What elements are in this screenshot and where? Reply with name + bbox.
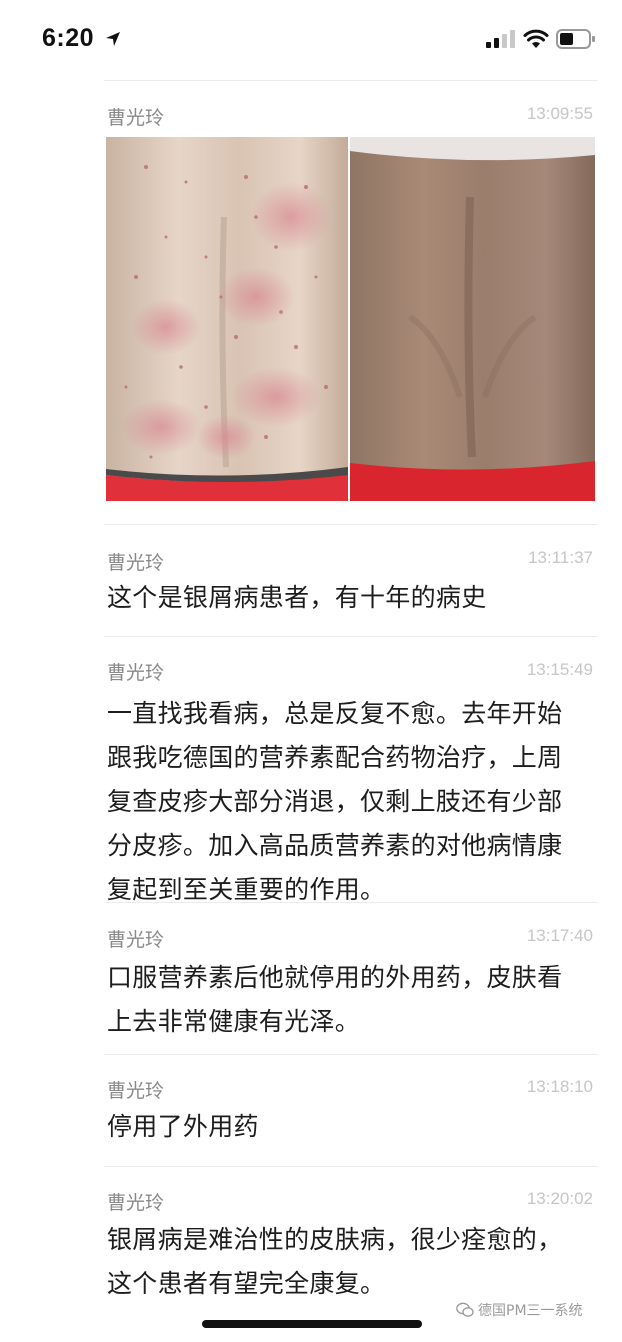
message-time: 13:18:10 xyxy=(526,1077,593,1096)
battery-icon xyxy=(556,29,595,49)
message-text: 口服营养素后他就停用的外用药，皮肤看 上去非常健康有光泽。 xyxy=(107,963,563,1036)
message-text: 一直找我看病，总是反复不愈。去年开始 跟我吃德国的营养素配合药物治疗，上周 复查… xyxy=(107,699,563,904)
watermark-text: 德国PM三一系统 xyxy=(478,1303,583,1319)
home-indicator[interactable] xyxy=(202,1320,422,1328)
message-text: 银屑病是难治性的皮肤病，很少痊愈的， 这个患者有望完全康复。 xyxy=(107,1225,563,1298)
message-time: 13:09:55 xyxy=(526,104,593,123)
message-sender: 曹光玲 xyxy=(107,552,165,574)
after-treatment-photo[interactable] xyxy=(350,137,595,501)
status-time: 6:20 xyxy=(42,24,95,52)
cellular-signal-icon xyxy=(486,30,515,48)
message-time: 13:11:37 xyxy=(528,548,593,567)
divider xyxy=(104,636,598,637)
wifi-icon xyxy=(523,29,549,48)
divider xyxy=(104,1166,598,1167)
divider xyxy=(104,1054,598,1055)
divider xyxy=(104,902,598,903)
wechat-icon xyxy=(456,1302,474,1317)
message-time: 13:15:49 xyxy=(526,660,593,679)
message-time: 13:17:40 xyxy=(526,926,593,945)
divider xyxy=(104,524,598,525)
status-bar: 6:20 xyxy=(0,0,622,80)
message-text: 停用了外用药 xyxy=(107,1112,259,1141)
message-text: 这个是银屑病患者，有十年的病史 xyxy=(107,583,487,612)
divider xyxy=(104,80,598,81)
message-sender: 曹光玲 xyxy=(107,662,165,684)
watermark: 德国PM三一系统 xyxy=(456,1300,583,1320)
message-sender: 曹光玲 xyxy=(107,929,165,951)
before-treatment-photo[interactable] xyxy=(106,137,348,501)
message-time: 13:20:02 xyxy=(526,1189,593,1208)
message-sender: 曹光玲 xyxy=(107,1192,165,1214)
message-sender: 曹光玲 xyxy=(107,1080,165,1102)
message-sender: 曹光玲 xyxy=(107,107,165,129)
location-arrow-icon xyxy=(106,32,120,46)
